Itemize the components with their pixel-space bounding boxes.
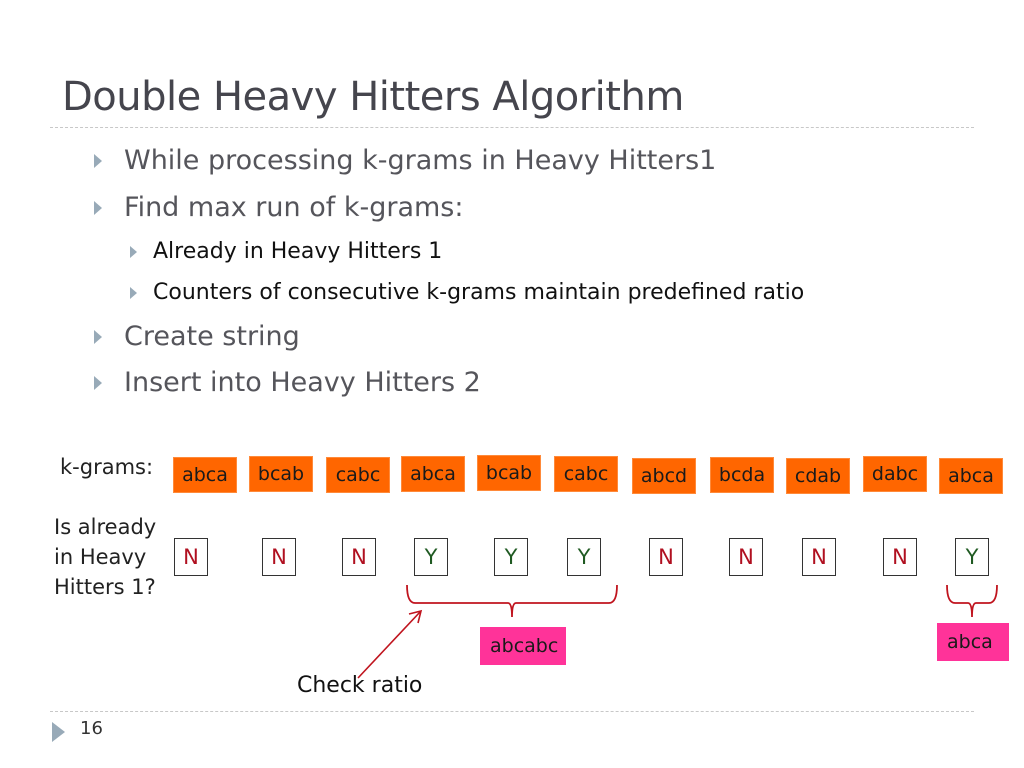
page-number: 16	[80, 718, 103, 739]
grouping-brace	[946, 584, 998, 618]
page-arrow-icon	[52, 722, 65, 742]
grouping-brace	[406, 584, 618, 618]
braces-and-arrow	[357, 584, 998, 679]
footer-divider	[50, 711, 974, 712]
check-ratio-arrow	[357, 611, 421, 679]
check-ratio-label: Check ratio	[297, 673, 423, 698]
